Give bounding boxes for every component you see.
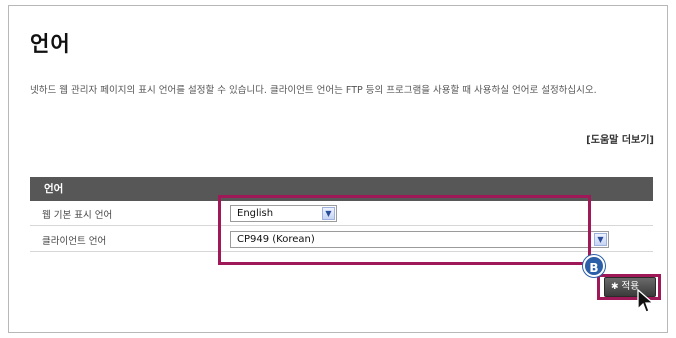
gear-icon: ✱ — [611, 282, 619, 292]
web-language-label: 웹 기본 표시 언어 — [42, 210, 113, 221]
page-title: 언어 — [30, 32, 71, 56]
page-description: 넷하드 웹 관리자 페이지의 표시 언어를 설정할 수 있습니다. 클라이언트 … — [30, 85, 597, 96]
client-language-label: 클라이언트 언어 — [42, 236, 107, 247]
pointer-cursor-icon — [637, 289, 655, 313]
selects-highlight-box — [218, 195, 591, 265]
step-badge: B — [583, 255, 605, 277]
help-more-link[interactable]: [도움말 더보기] — [586, 131, 654, 146]
content-panel — [8, 5, 668, 333]
chevron-down-icon: ▼ — [594, 233, 607, 246]
